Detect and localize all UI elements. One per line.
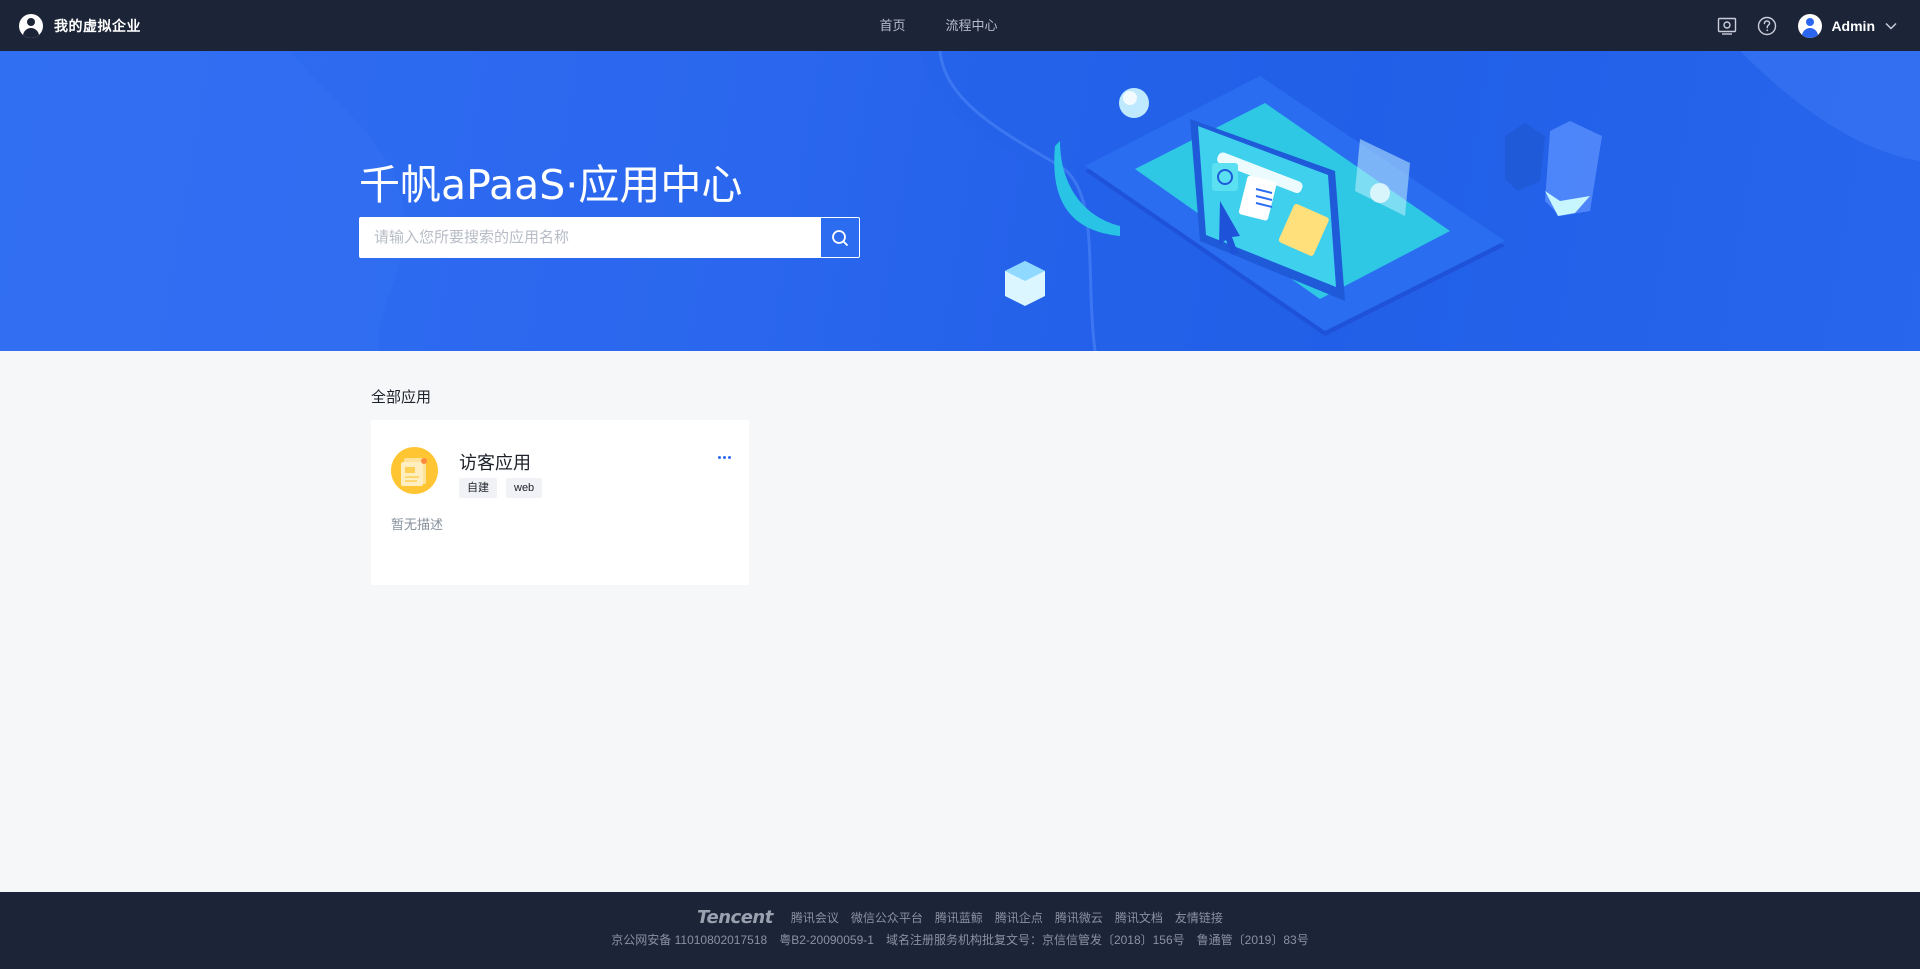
screen-capture-button[interactable] bbox=[1716, 15, 1738, 37]
nav-item-home[interactable]: 首页 bbox=[879, 0, 905, 51]
enterprise-avatar-icon bbox=[19, 13, 43, 38]
top-navigation-bar: 我的虚拟企业 首页 流程中心 Admin bbox=[0, 0, 1920, 51]
footer-legal: 京公网安备 11010802017518 粤B2-20090059-1 域名注册… bbox=[0, 931, 1920, 948]
more-dot-icon bbox=[722, 455, 726, 459]
brand-name: 我的虚拟企业 bbox=[54, 17, 141, 34]
user-avatar-icon bbox=[1798, 13, 1823, 38]
footer-telecom-permit: 鲁通管〔2019〕83号 bbox=[1196, 933, 1309, 947]
footer: Tencent 腾讯会议 微信公众平台 腾讯蓝鲸 腾讯企点 腾讯微云 腾讯文档 … bbox=[0, 892, 1920, 969]
screen-capture-icon bbox=[1718, 17, 1737, 35]
app-search bbox=[359, 217, 860, 258]
app-tags: 自建 web bbox=[459, 478, 543, 498]
brand[interactable]: 我的虚拟企业 bbox=[19, 0, 141, 51]
footer-link-wechat-platform[interactable]: 微信公众平台 bbox=[851, 909, 923, 926]
search-input[interactable] bbox=[360, 218, 821, 257]
hero-banner: 千帆aPaaS·应用中心 bbox=[0, 51, 1920, 351]
footer-link-tencent-bluking[interactable]: 腾讯蓝鲸 bbox=[935, 909, 983, 926]
main-nav: 首页 流程中心 bbox=[0, 0, 1920, 51]
search-icon bbox=[832, 229, 848, 246]
footer-link-tencent-qidian[interactable]: 腾讯企点 bbox=[995, 909, 1043, 926]
footer-icp-license: 粤B2-20090059-1 bbox=[779, 933, 874, 947]
user-name: Admin bbox=[1831, 17, 1875, 34]
section-title: 全部应用 bbox=[371, 389, 432, 406]
header-actions: Admin bbox=[1716, 0, 1898, 51]
chevron-down-icon bbox=[1885, 22, 1897, 30]
footer-link-tencent-weiyun[interactable]: 腾讯微云 bbox=[1055, 909, 1103, 926]
page-title: 千帆aPaaS·应用中心 bbox=[359, 161, 743, 209]
footer-icp-police: 京公网安备 11010802017518 bbox=[611, 933, 768, 947]
user-menu[interactable]: Admin bbox=[1798, 13, 1898, 38]
app-card[interactable]: 访客应用 自建 web 暂无描述 bbox=[371, 420, 749, 585]
tag-web: web bbox=[506, 478, 543, 498]
help-button[interactable] bbox=[1756, 15, 1778, 37]
visitor-app-icon bbox=[391, 447, 438, 494]
tencent-logo: Tencent bbox=[697, 907, 773, 928]
banner-illustration bbox=[0, 51, 1920, 351]
app-description: 暂无描述 bbox=[391, 517, 444, 532]
footer-domain-approval: 域名注册服务机构批复文号：京信信管发〔2018〕156号 bbox=[885, 933, 1185, 947]
footer-link-tencent-meeting[interactable]: 腾讯会议 bbox=[791, 909, 839, 926]
more-options-button[interactable] bbox=[713, 447, 735, 467]
nav-item-process-center[interactable]: 流程中心 bbox=[946, 0, 998, 51]
footer-link-friendly-links[interactable]: 友情链接 bbox=[1175, 909, 1223, 926]
more-dot-icon bbox=[727, 455, 731, 459]
search-button[interactable] bbox=[821, 218, 859, 257]
help-icon bbox=[1758, 16, 1777, 35]
footer-link-tencent-docs[interactable]: 腾讯文档 bbox=[1115, 909, 1163, 926]
more-dot-icon bbox=[717, 455, 721, 459]
app-name: 访客应用 bbox=[459, 453, 531, 473]
footer-links: Tencent 腾讯会议 微信公众平台 腾讯蓝鲸 腾讯企点 腾讯微云 腾讯文档 … bbox=[0, 907, 1920, 928]
tag-self-built: 自建 bbox=[459, 478, 497, 498]
